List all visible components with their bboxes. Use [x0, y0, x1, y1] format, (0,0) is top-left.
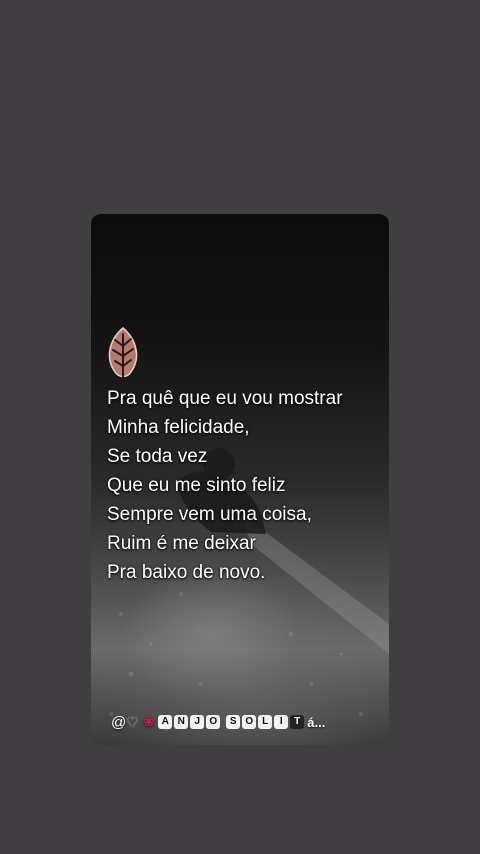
letter-tile: S	[226, 715, 241, 729]
username-tail: á...	[307, 714, 326, 730]
leaf-icon	[108, 327, 138, 379]
heart-icon: ♥	[127, 712, 138, 731]
at-symbol: @	[111, 713, 127, 731]
lyric-line: Que eu me sinto feliz	[107, 475, 286, 496]
letter-tile: O	[242, 715, 257, 729]
lyric-line: Pra quê que eu vou mostrar	[107, 388, 343, 409]
username-letters: A N J O S O L I T á...	[158, 715, 325, 730]
letter-tile: O	[206, 715, 221, 729]
lyric-line: Minha felicidade,	[107, 417, 250, 438]
letter-tile: A	[158, 715, 173, 729]
letter-tile: N	[174, 715, 189, 729]
lyric-line: Pra baixo de novo.	[107, 562, 266, 583]
lyric-line: Se toda vez	[107, 446, 208, 467]
lyric-line: Ruim é me deixar	[107, 533, 256, 554]
username-tag[interactable]: @ ♥ ❀ A N J O S O L I T á...	[111, 711, 325, 733]
letter-tile: I	[274, 715, 289, 729]
lyrics-text: Pra quê que eu vou mostrar Minha felicid…	[107, 384, 382, 587]
letter-tile: T	[290, 715, 305, 729]
rose-icon: ❀	[143, 714, 155, 729]
story-screen: Pra quê que eu vou mostrar Minha felicid…	[0, 0, 480, 854]
letter-tile: J	[190, 715, 205, 729]
lyric-line: Sempre vem uma coisa,	[107, 504, 312, 525]
story-card[interactable]: Pra quê que eu vou mostrar Minha felicid…	[91, 214, 389, 745]
letter-tile: L	[258, 715, 273, 729]
